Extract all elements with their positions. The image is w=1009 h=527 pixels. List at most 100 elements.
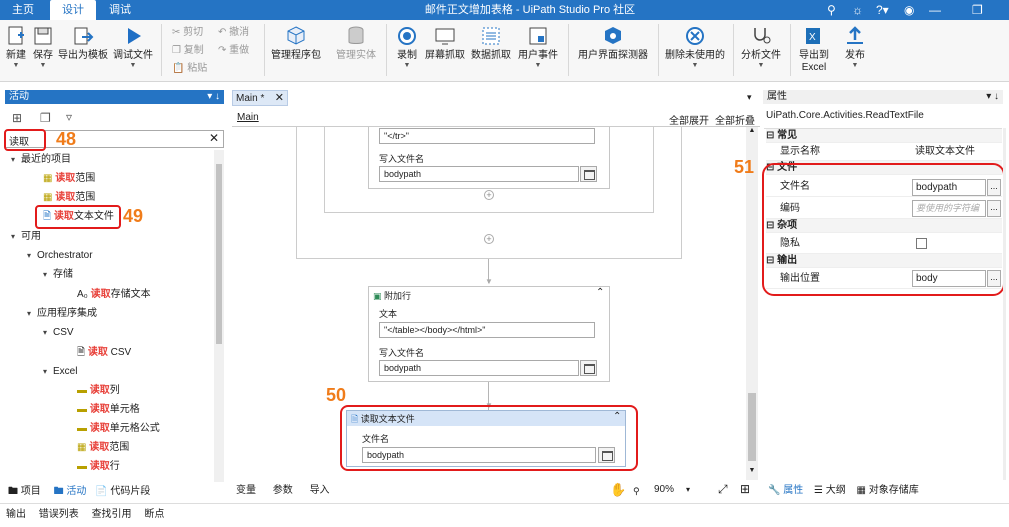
tree-node-available[interactable]: ▾ 可用: [11, 227, 41, 246]
tab-main[interactable]: Main * ✕: [232, 90, 288, 106]
undo-button[interactable]: ↶ 撤消: [218, 26, 249, 40]
zoom-level[interactable]: 90%: [654, 484, 674, 495]
expand-all-link[interactable]: 全部展开: [669, 112, 709, 127]
tab-imports[interactable]: 导入: [310, 485, 330, 496]
annotation-51: 51: [734, 157, 755, 177]
list-item[interactable]: ▬ 读取列: [77, 381, 120, 400]
text-field[interactable]: "</tr>": [379, 128, 595, 144]
new-button[interactable]: 新建 ▼: [3, 25, 29, 69]
add-activity-icon[interactable]: +: [484, 190, 494, 200]
tab-snippets[interactable]: 📄 代码片段: [95, 486, 150, 497]
tab-debug[interactable]: 调试: [98, 0, 142, 20]
feedback-icon[interactable]: ☼: [852, 2, 863, 18]
save-button[interactable]: 保存 ▼: [31, 25, 55, 69]
tab-properties[interactable]: 🔧 属性: [768, 485, 803, 496]
pan-hand-icon[interactable]: ✋: [610, 482, 626, 498]
help-icon[interactable]: ?▾: [876, 2, 889, 18]
tree-node-app-integration[interactable]: ▾ 应用程序集成: [27, 304, 97, 323]
browse-button[interactable]: [580, 360, 597, 376]
collapse-all-icon[interactable]: ❐: [40, 111, 51, 125]
debug-file-button[interactable]: 调试文件 ▼: [111, 25, 155, 69]
search-zoom-icon[interactable]: ⚲: [633, 486, 640, 497]
zoom-dropdown-icon[interactable]: ▾: [686, 485, 690, 494]
add-activity-icon[interactable]: +: [484, 234, 494, 244]
remove-unused-button[interactable]: 删除未使用的 ▼: [663, 25, 727, 69]
tab-error-list[interactable]: 错误列表: [39, 509, 79, 520]
tab-variables[interactable]: 变量: [236, 485, 256, 496]
copy-button[interactable]: ❐ 复制: [172, 44, 204, 58]
canvas-scrollbar[interactable]: ▲ ▼: [746, 127, 758, 480]
property-display-name[interactable]: 显示名称 读取文本文件: [766, 143, 1002, 161]
tab-design[interactable]: 设计: [50, 0, 96, 20]
list-item[interactable]: A₀ 读取存储文本: [77, 285, 151, 304]
tab-arguments[interactable]: 参数: [273, 485, 293, 496]
record-button[interactable]: 录制 ▼: [393, 25, 421, 69]
undo-icon: ↶: [218, 27, 227, 38]
ui-explorer-button[interactable]: 用户界面探测器: [574, 25, 652, 62]
activities-scrollbar[interactable]: [214, 150, 224, 482]
field-label: 写入文件名: [379, 348, 425, 358]
close-tab-icon[interactable]: ✕: [275, 91, 284, 104]
tab-outline[interactable]: ☰ 大纲: [814, 485, 846, 496]
list-item[interactable]: 🗎 读取 CSV: [77, 343, 131, 362]
activities-bottom-tabs: 🖿 项目 🖿 活动 📄 代码片段: [8, 485, 150, 499]
tab-activities[interactable]: 🖿 活动: [54, 486, 87, 497]
tab-home[interactable]: 主页: [2, 0, 44, 20]
user-events-button[interactable]: 用户事件 ▼: [516, 25, 560, 69]
tab-output[interactable]: 输出: [6, 509, 26, 520]
list-item[interactable]: ▬ 读取单元格: [77, 400, 140, 419]
analyze-file-button[interactable]: 分析文件 ▼: [738, 25, 784, 69]
data-scraping-button[interactable]: 数据抓取: [470, 25, 512, 62]
activities-tree: ▾ 最近的项目 ▦ 读取范围 ▦ 读取范围 🗎 读取文本文件 ▾ 可用 ▾ Orche…: [5, 150, 213, 480]
clear-search-icon[interactable]: ✕: [209, 131, 219, 145]
csv-file-icon: 🗎: [77, 347, 86, 358]
user-avatar-icon[interactable]: ◉: [904, 2, 914, 18]
paste-button[interactable]: 📋 粘贴: [172, 62, 207, 76]
manage-packages-button[interactable]: 管理程序包: [269, 25, 323, 62]
export-template-button[interactable]: 导出为模板: [57, 25, 109, 62]
append-text-field[interactable]: "</table></body></html>": [379, 322, 595, 338]
list-item[interactable]: ▬ 读取单元格公式: [77, 419, 160, 438]
tree-node-csv[interactable]: ▾ CSV: [43, 323, 74, 342]
tab-breakpoints[interactable]: 断点: [144, 509, 164, 520]
redo-button[interactable]: ↷ 重做: [218, 44, 249, 58]
list-item[interactable]: ▦ 读取范围: [77, 438, 129, 457]
category-common[interactable]: ⊟ 常见: [766, 129, 1002, 143]
tree-node-recent[interactable]: ▾ 最近的项目: [11, 150, 71, 169]
outline-icon: ☰: [814, 485, 823, 496]
annotation-48: 48: [56, 129, 77, 149]
pin-icon[interactable]: ▾ ↓: [986, 90, 999, 104]
screen-scraping-button[interactable]: 屏幕抓取: [424, 25, 466, 62]
tab-object-repository[interactable]: ▦ 对象存储库: [857, 485, 919, 496]
filepath-field[interactable]: bodypath: [379, 166, 579, 182]
tree-node-storage[interactable]: ▾ 存储: [43, 265, 73, 284]
breadcrumb[interactable]: Main: [237, 112, 259, 123]
tab-find-references[interactable]: 查找引用: [92, 509, 132, 520]
tree-node-orchestrator[interactable]: ▾ Orchestrator: [27, 246, 93, 265]
list-item[interactable]: ▬ 读取行: [77, 457, 120, 476]
copy-icon: ❐: [172, 45, 181, 56]
manage-entities-button[interactable]: 管理实体: [332, 25, 380, 62]
append-icon: ▣: [373, 291, 382, 301]
new-file-icon: [5, 25, 27, 47]
tab-project[interactable]: 🖿 项目: [8, 486, 41, 497]
fit-screen-icon[interactable]: ⤢: [718, 482, 728, 497]
browse-button[interactable]: [580, 166, 597, 182]
tab-dropdown-icon[interactable]: ▾: [747, 92, 752, 103]
pin-icon[interactable]: ▾ ↓: [207, 90, 220, 104]
list-item[interactable]: ▦ 读取范围: [43, 169, 95, 188]
collapse-icon[interactable]: ⌃: [596, 287, 604, 298]
restore-icon[interactable]: ❐: [972, 2, 983, 18]
cut-button[interactable]: ✂ 剪切: [172, 26, 203, 40]
minimize-icon[interactable]: —: [929, 2, 941, 18]
search-icon[interactable]: ⚲: [827, 2, 836, 18]
overview-icon[interactable]: ⊞: [740, 482, 750, 496]
expand-all-icon[interactable]: ⊞: [12, 111, 22, 125]
tree-node-excel[interactable]: ▾ Excel: [43, 362, 77, 381]
collapse-all-link[interactable]: 全部折叠: [715, 112, 755, 127]
filter-icon[interactable]: ▿: [66, 110, 72, 124]
export-excel-button[interactable]: X 导出到 Excel: [795, 25, 833, 74]
publish-button[interactable]: 发布 ▼: [840, 25, 870, 69]
append-filepath-field[interactable]: bodypath: [379, 360, 579, 376]
package-icon: [285, 25, 307, 47]
